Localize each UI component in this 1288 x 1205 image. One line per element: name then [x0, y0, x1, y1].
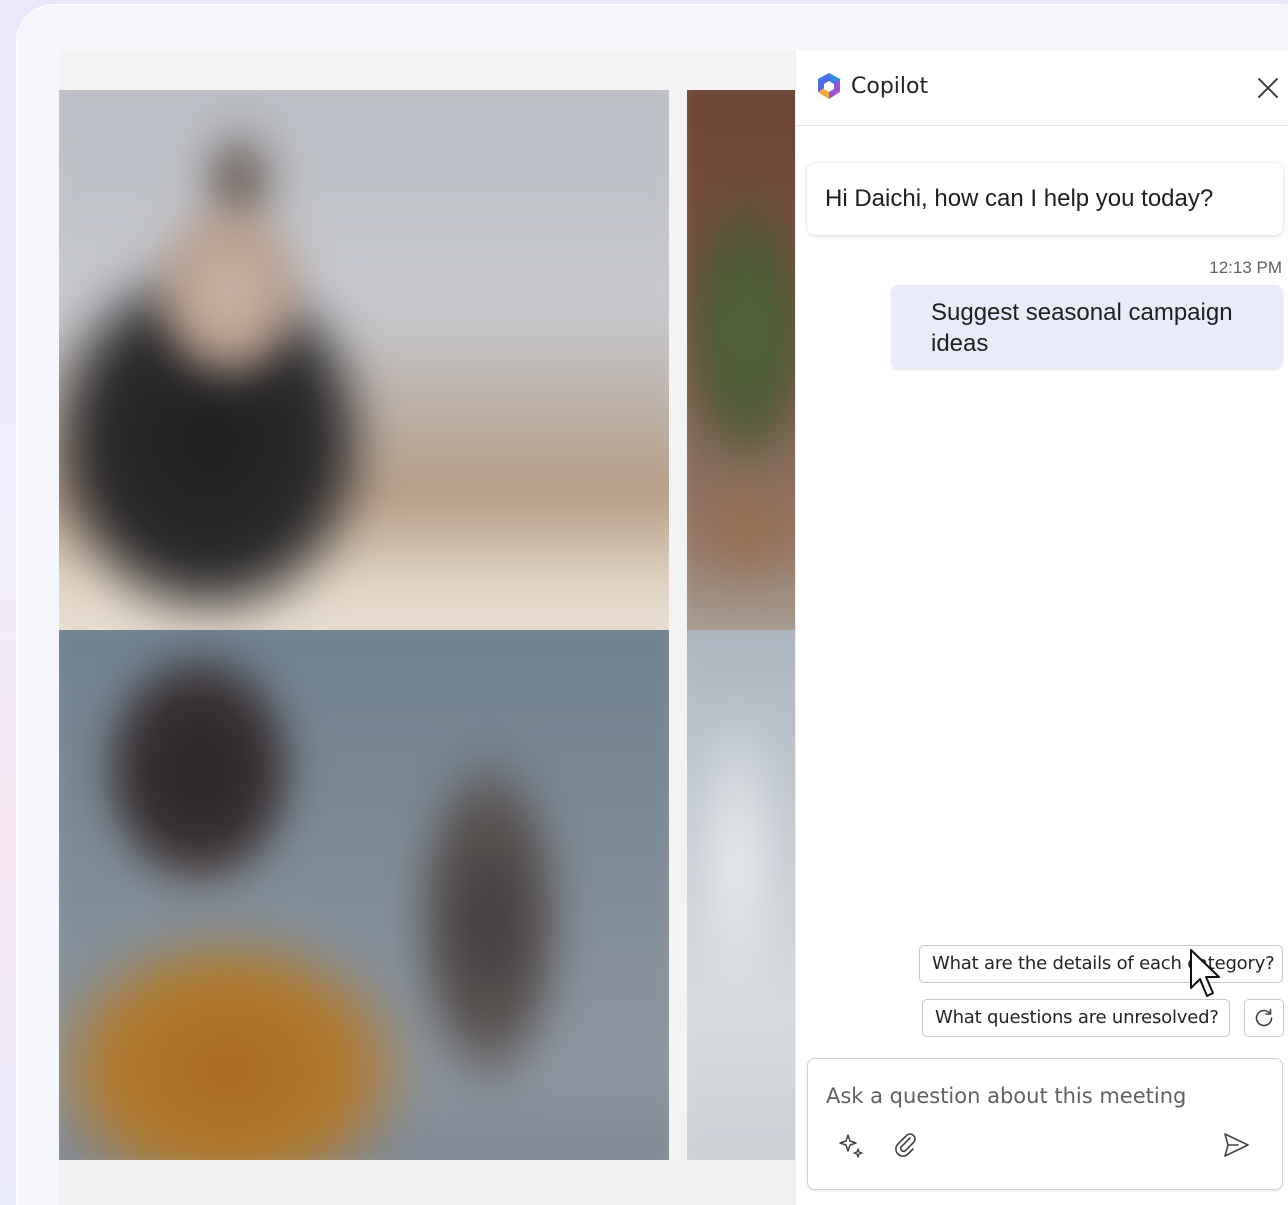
message-composer	[807, 1058, 1283, 1190]
close-icon[interactable]	[1254, 74, 1282, 102]
message-timestamp: 12:13 PM	[1209, 258, 1282, 277]
refresh-suggestions-button[interactable]	[1244, 999, 1284, 1037]
send-icon[interactable]	[1220, 1129, 1252, 1161]
refresh-icon	[1255, 1008, 1273, 1027]
sparkle-icon[interactable]	[836, 1129, 868, 1161]
suggested-prompt-button[interactable]: What are the details of each category?	[919, 945, 1283, 983]
copilot-panel: Copilot Hi Daichi, how can I help you to…	[795, 50, 1288, 1205]
participant-video-tile[interactable]	[59, 90, 669, 650]
copilot-title: Copilot	[851, 74, 929, 99]
paperclip-icon[interactable]	[890, 1129, 922, 1161]
assistant-message: Hi Daichi, how can I help you today?	[807, 163, 1283, 235]
user-message: Suggest seasonal campaign ideas	[891, 285, 1283, 369]
copilot-header: Copilot	[796, 50, 1288, 126]
question-input[interactable]	[826, 1079, 1226, 1113]
suggested-prompt-button[interactable]: What questions are unresolved?	[922, 999, 1230, 1037]
participant-video-tile[interactable]	[59, 630, 669, 1160]
copilot-logo-icon	[814, 71, 844, 101]
